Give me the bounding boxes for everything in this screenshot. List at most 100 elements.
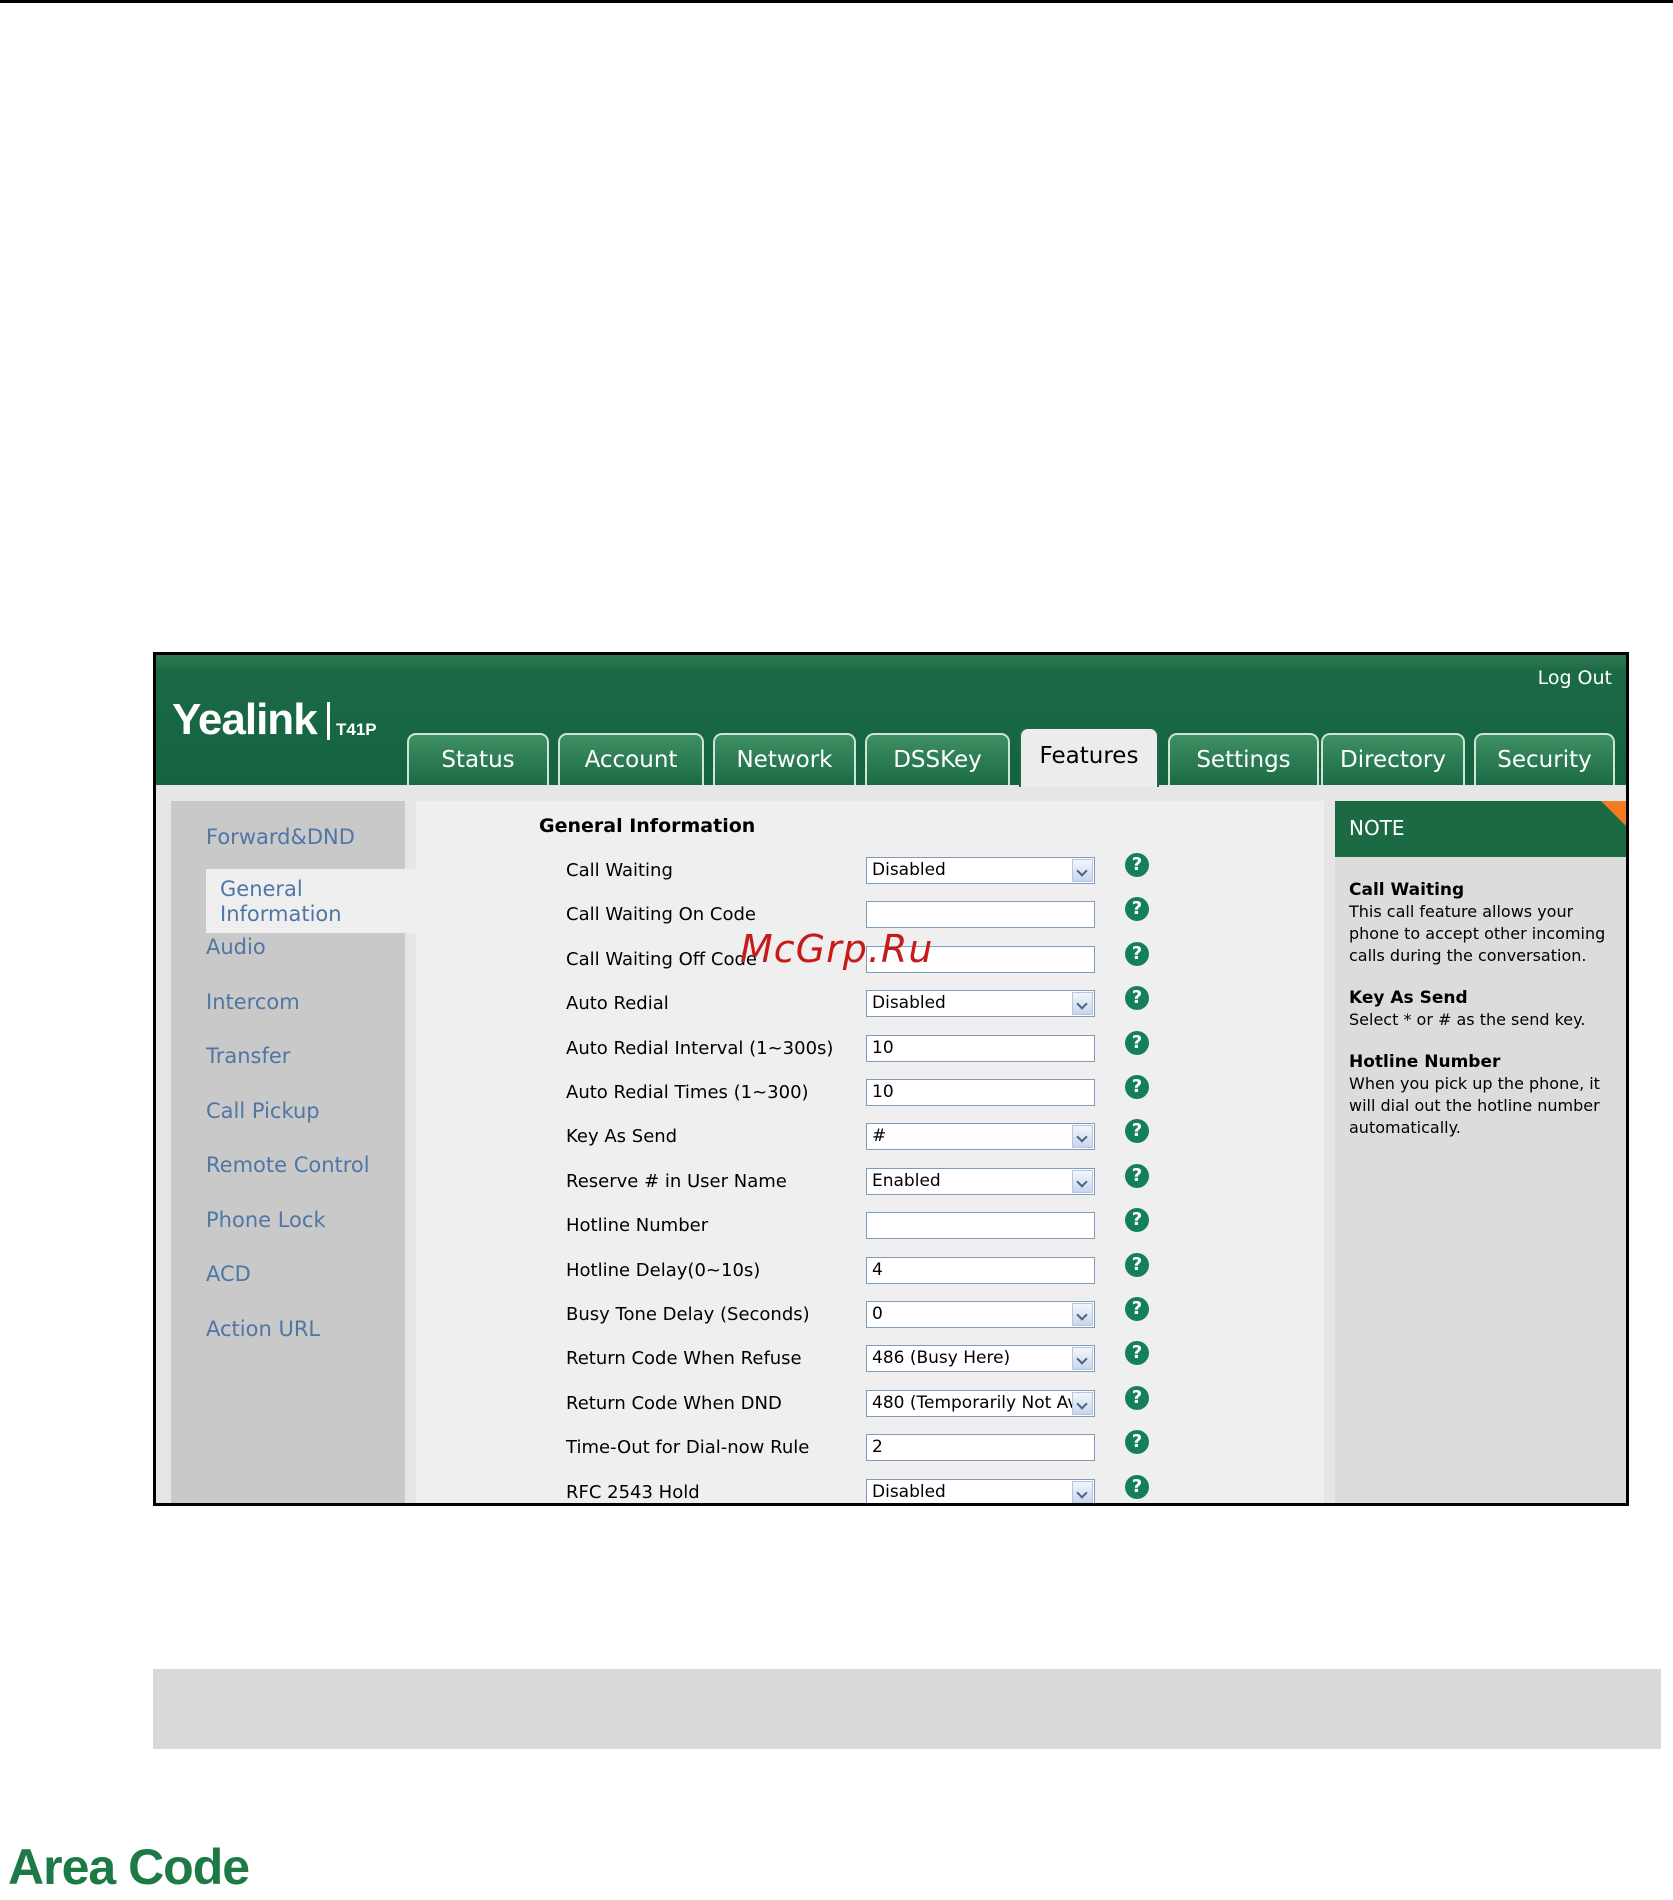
note-header: NOTE xyxy=(1335,801,1626,857)
text-input[interactable]: 10 xyxy=(866,1034,1095,1062)
sidebar-item-transfer[interactable]: Transfer xyxy=(206,1044,290,1069)
sidebar-item-general-information[interactable]: General Information xyxy=(206,869,429,933)
header-bar: Log Out Yealink T41P Status Account Netw… xyxy=(156,655,1626,787)
dropdown-select[interactable]: 486 (Busy Here) xyxy=(866,1345,1095,1373)
help-circle-icon[interactable]: ? xyxy=(1125,1030,1149,1055)
note-corner-icon xyxy=(1601,801,1626,827)
dropdown-select[interactable]: # xyxy=(866,1123,1095,1151)
tab-directory[interactable]: Directory xyxy=(1321,733,1465,785)
section-title: General Information xyxy=(539,815,756,837)
field-label: Call Waiting xyxy=(566,860,673,881)
tab-security[interactable]: Security xyxy=(1474,733,1615,785)
help-circle-icon[interactable]: ? xyxy=(1125,1474,1149,1499)
text-input[interactable]: 10 xyxy=(866,1079,1095,1106)
tab-network[interactable]: Network xyxy=(713,733,856,785)
help-circle-icon[interactable]: ? xyxy=(1125,897,1149,922)
logout-link[interactable]: Log Out xyxy=(1538,667,1612,689)
field-value: Enabled xyxy=(872,1170,941,1191)
chevron-down-icon[interactable] xyxy=(1072,1303,1093,1326)
help-circle-icon[interactable]: ? xyxy=(1125,1385,1149,1410)
text-input[interactable]: 2 xyxy=(866,1434,1095,1462)
note-block-title: Key As Send xyxy=(1349,988,1468,1008)
field-value: 10 xyxy=(872,1037,894,1058)
text-input[interactable]: 4 xyxy=(866,1256,1095,1284)
note-block-text: Select * or # as the send key. xyxy=(1349,1010,1586,1029)
field-label: Return Code When Refuse xyxy=(566,1348,802,1370)
dropdown-select[interactable]: Disabled xyxy=(866,857,1095,884)
note-panel: NOTE Call Waiting This call feature allo… xyxy=(1335,801,1626,1503)
note-block-text: When you pick up the phone, it will dial… xyxy=(1349,1074,1600,1137)
sidebar-item-forward-dnd[interactable]: Forward&DND xyxy=(206,825,355,850)
chevron-down-icon[interactable] xyxy=(1072,859,1093,882)
help-circle-icon[interactable]: ? xyxy=(1125,1341,1149,1366)
note-body: Call Waiting This call feature allows yo… xyxy=(1349,879,1621,1159)
sidebar: Forward&DND General Information Audio Int… xyxy=(171,801,429,1503)
field-label: Busy Tone Delay (Seconds) xyxy=(566,1304,810,1325)
chevron-down-icon[interactable] xyxy=(1072,1347,1093,1371)
field-value: 2 xyxy=(872,1437,883,1458)
dropdown-select[interactable]: Disabled xyxy=(866,990,1095,1018)
dropdown-select[interactable]: 480 (Temporarily Not Av xyxy=(866,1389,1095,1417)
field-label: Return Code When DND xyxy=(566,1392,782,1414)
chevron-down-icon[interactable] xyxy=(1072,992,1093,1016)
sidebar-item-audio[interactable]: Audio xyxy=(206,935,266,960)
field-label: Reserve # in User Name xyxy=(566,1170,787,1192)
help-circle-icon[interactable]: ? xyxy=(1125,1297,1149,1321)
field-value: 0 xyxy=(872,1304,883,1324)
field-label: Hotline Delay(0~10s) xyxy=(566,1259,761,1281)
dropdown-select[interactable]: Disabled xyxy=(866,1478,1095,1503)
field-value: Disabled xyxy=(872,993,946,1014)
sidebar-item-call-pickup[interactable]: Call Pickup xyxy=(206,1099,320,1124)
sidebar-item-acd[interactable]: ACD xyxy=(206,1262,251,1287)
help-circle-icon[interactable]: ? xyxy=(1125,1163,1149,1188)
sidebar-item-label: General Information xyxy=(220,877,342,926)
sidebar-item-phone-lock[interactable]: Phone Lock xyxy=(206,1208,326,1233)
field-value: Disabled xyxy=(872,860,946,880)
field-label: Auto Redial Interval (1~300s) xyxy=(566,1037,834,1059)
field-label: Auto Redial xyxy=(566,993,669,1015)
tab-account[interactable]: Account xyxy=(558,733,704,785)
grey-bar xyxy=(153,1669,1661,1749)
sidebar-item-action-url[interactable]: Action URL xyxy=(206,1317,320,1342)
help-circle-icon[interactable]: ? xyxy=(1125,853,1149,877)
field-label: Hotline Number xyxy=(566,1215,709,1237)
chevron-down-icon[interactable] xyxy=(1072,1125,1093,1149)
field-value: Disabled xyxy=(872,1481,946,1502)
note-block-text: This call feature allows your phone to a… xyxy=(1349,902,1606,965)
sidebar-item-intercom[interactable]: Intercom xyxy=(206,990,300,1015)
note-block: Key As Send Select * or # as the send ke… xyxy=(1349,987,1621,1031)
tab-status[interactable]: Status xyxy=(407,733,549,785)
note-block: Hotline Number When you pick up the phon… xyxy=(1349,1051,1621,1139)
chevron-down-icon[interactable] xyxy=(1072,1480,1093,1503)
text-input[interactable] xyxy=(866,1212,1095,1240)
sidebar-item-remote-control[interactable]: Remote Control xyxy=(206,1153,370,1178)
field-value: 10 xyxy=(872,1082,894,1102)
help-circle-icon[interactable]: ? xyxy=(1125,1252,1149,1277)
note-block: Call Waiting This call feature allows yo… xyxy=(1349,879,1621,967)
help-circle-icon[interactable]: ? xyxy=(1125,941,1149,966)
main-form: General Information Call Waiting Disabled… xyxy=(416,801,1324,1503)
help-circle-icon[interactable]: ? xyxy=(1125,1075,1149,1099)
chevron-down-icon[interactable] xyxy=(1072,1169,1093,1193)
note-block-title: Hotline Number xyxy=(1349,1052,1501,1072)
field-label: RFC 2543 Hold xyxy=(566,1481,700,1503)
help-circle-icon[interactable]: ? xyxy=(1125,1119,1149,1144)
tab-settings[interactable]: Settings xyxy=(1168,733,1319,785)
text-input[interactable] xyxy=(866,901,1095,929)
field-value: # xyxy=(872,1126,887,1147)
field-label: Call Waiting On Code xyxy=(566,904,756,926)
help-circle-icon[interactable]: ? xyxy=(1125,986,1149,1011)
field-label: Time-Out for Dial-now Rule xyxy=(566,1437,810,1459)
tab-features[interactable]: Features xyxy=(1019,727,1159,787)
watermark: McGrp.Ru xyxy=(740,927,934,971)
help-circle-icon[interactable]: ? xyxy=(1125,1208,1149,1233)
field-value: 4 xyxy=(872,1259,883,1280)
field-value: 480 (Temporarily Not Av xyxy=(872,1392,1078,1413)
chevron-down-icon[interactable] xyxy=(1072,1391,1093,1415)
field-label: Call Waiting Off Code xyxy=(566,948,757,970)
dropdown-select[interactable]: Enabled xyxy=(866,1167,1095,1195)
help-circle-icon[interactable]: ? xyxy=(1125,1430,1149,1455)
dropdown-select[interactable]: 0 xyxy=(866,1301,1095,1328)
tab-dsskey[interactable]: DSSKey xyxy=(865,733,1010,785)
page-heading: Area Code xyxy=(8,1839,250,1895)
